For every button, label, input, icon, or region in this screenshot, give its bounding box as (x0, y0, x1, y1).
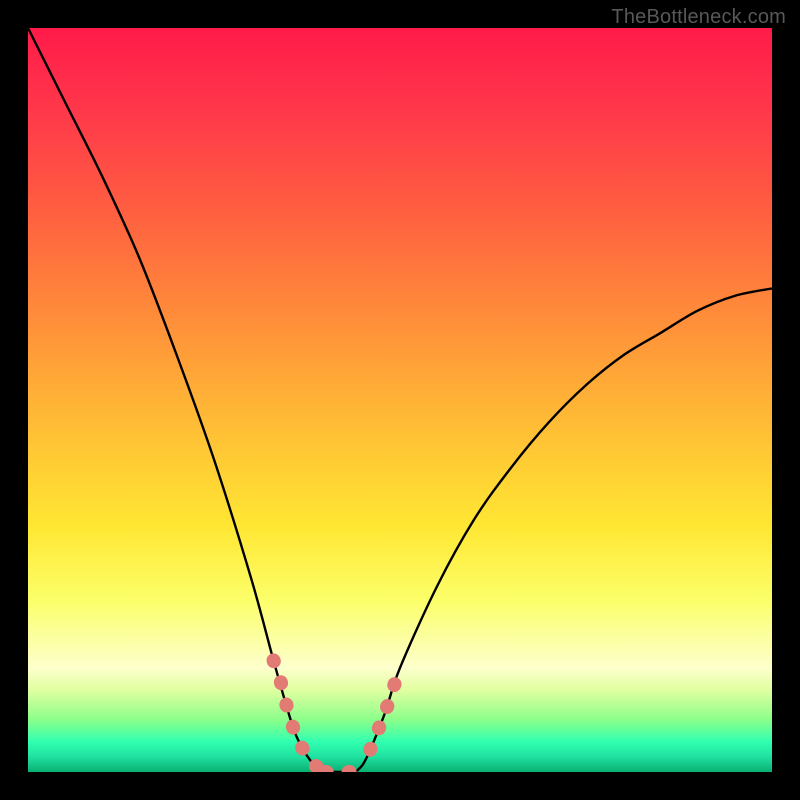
marker-left (274, 660, 334, 770)
right-curve (355, 288, 772, 772)
chart-area (28, 28, 772, 772)
chart-svg (28, 28, 772, 772)
left-curve (28, 28, 326, 772)
watermark-text: TheBottleneck.com (611, 6, 786, 29)
